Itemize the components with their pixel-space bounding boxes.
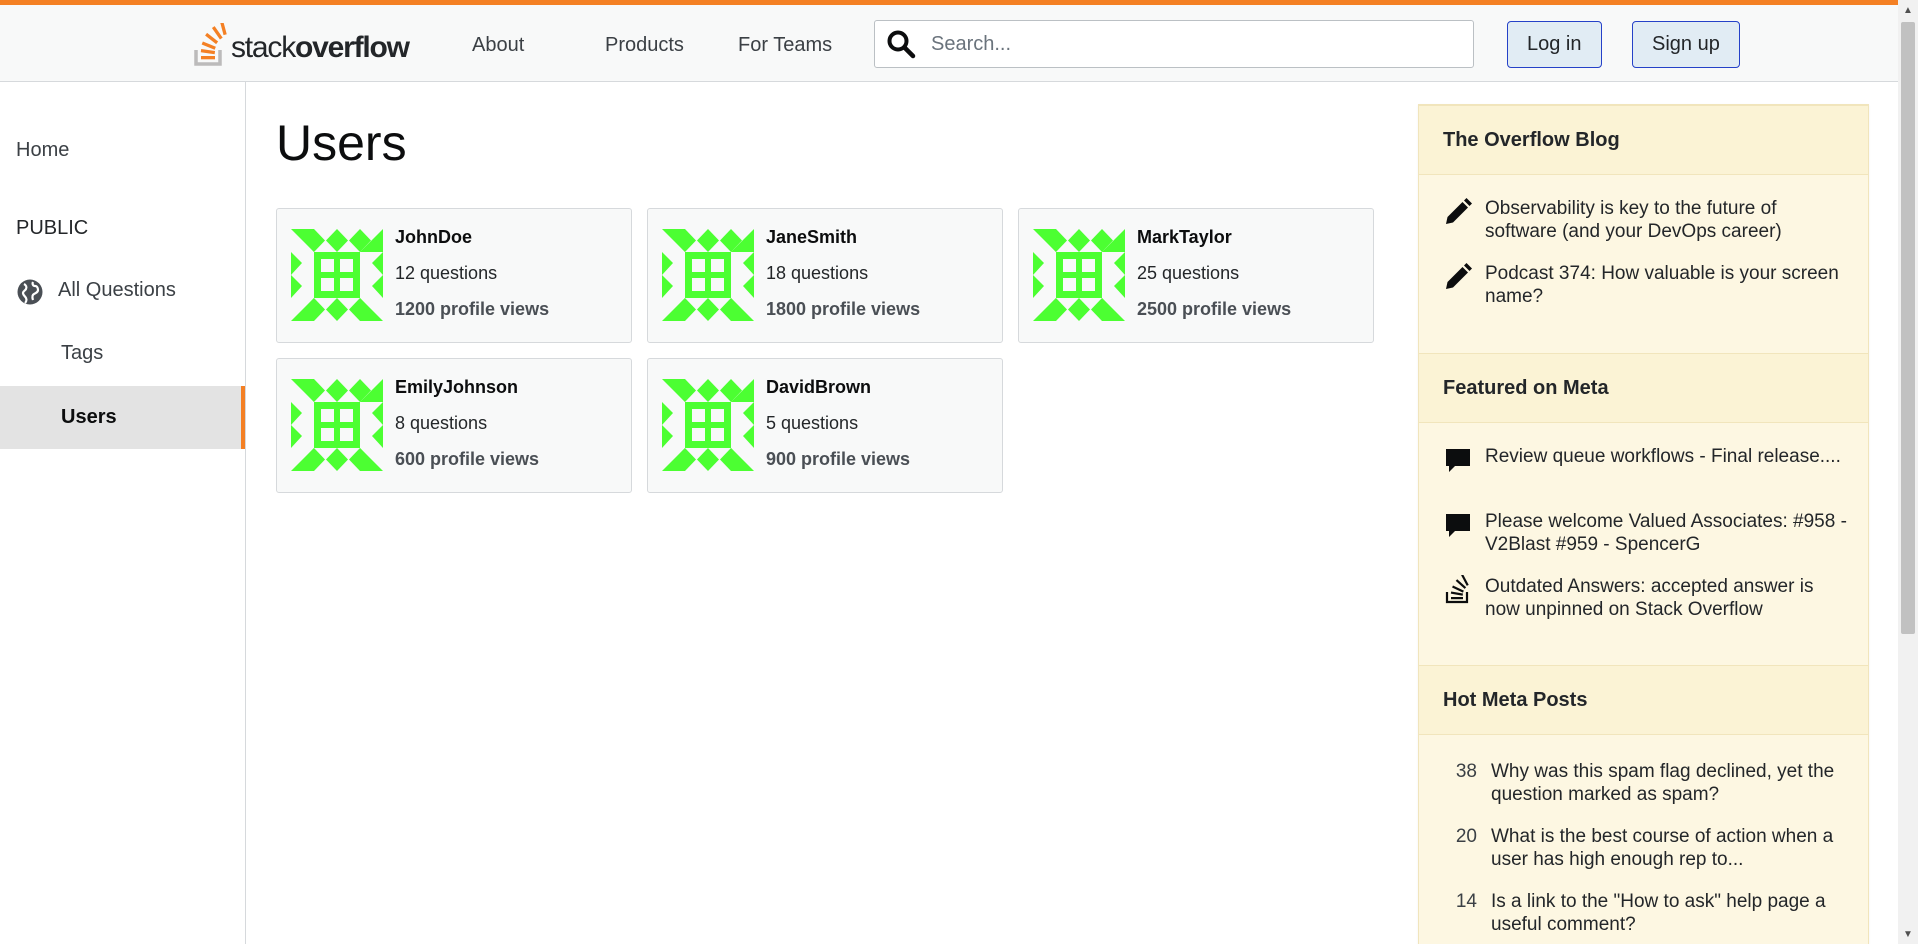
user-profile-views: 600 profile views bbox=[395, 449, 540, 469]
meta-item[interactable]: Please welcome Valued Associates: #958 -… bbox=[1443, 510, 1853, 556]
meta-item[interactable]: Outdated Answers: accepted answer is now… bbox=[1443, 575, 1853, 621]
scroll-up-arrow-icon[interactable]: ▲ bbox=[1898, 0, 1918, 20]
meta-item-text: Please welcome Valued Associates: #958 -… bbox=[1485, 511, 1847, 555]
nav-products[interactable]: Products bbox=[605, 29, 684, 61]
scroll-down-arrow-icon[interactable]: ▼ bbox=[1898, 924, 1918, 944]
page: stackoverflow About Products For Teams L… bbox=[0, 0, 1918, 944]
meta-item-text: Review queue workflows - Final release..… bbox=[1485, 446, 1841, 467]
logo-text-light: stack bbox=[231, 31, 296, 64]
sidebar-heading-public: PUBLIC bbox=[16, 217, 89, 239]
hot-post-text: What is the best course of action when a… bbox=[1491, 826, 1834, 870]
user-question-count: 8 questions bbox=[395, 413, 488, 433]
blog-item[interactable]: Observability is key to the future of so… bbox=[1443, 197, 1853, 243]
nav-for-teams[interactable]: For Teams bbox=[738, 29, 832, 61]
user-avatar-identicon[interactable] bbox=[1033, 229, 1125, 321]
user-name-link[interactable]: MarkTaylor bbox=[1137, 227, 1232, 248]
blog-item-text: Podcast 374: How valuable is your screen… bbox=[1485, 263, 1839, 307]
user-name-link[interactable]: JaneSmith bbox=[766, 227, 857, 248]
user-profile-views: 2500 profile views bbox=[1137, 299, 1292, 319]
search-icon bbox=[887, 30, 916, 59]
blog-item-text: Observability is key to the future of so… bbox=[1485, 198, 1782, 242]
search-box bbox=[874, 20, 1474, 68]
pencil-icon bbox=[1446, 263, 1472, 289]
scrollbar-thumb[interactable] bbox=[1901, 22, 1915, 634]
user-avatar-identicon[interactable] bbox=[662, 379, 754, 471]
comment-icon bbox=[1446, 449, 1470, 472]
user-card[interactable]: JaneSmith 18 questions 1800 profile view… bbox=[647, 208, 1003, 343]
top-bar: stackoverflow About Products For Teams L… bbox=[0, 0, 1898, 82]
blog-item[interactable]: Podcast 374: How valuable is your screen… bbox=[1443, 262, 1853, 308]
hot-post-text: Why was this spam flag declined, yet the… bbox=[1491, 761, 1835, 805]
widget-heading-hot-meta-posts: Hot Meta Posts bbox=[1419, 665, 1868, 735]
hot-meta-post[interactable]: 38 Why was this spam flag declined, yet … bbox=[1443, 760, 1853, 806]
user-avatar-identicon[interactable] bbox=[291, 379, 383, 471]
hot-post-count: 38 bbox=[1455, 761, 1477, 782]
user-card[interactable]: DavidBrown 5 questions 900 profile views bbox=[647, 358, 1003, 493]
hot-meta-post[interactable]: 14 Is a link to the "How to ask" help pa… bbox=[1443, 890, 1853, 936]
nav-about[interactable]: About bbox=[472, 29, 524, 61]
sidebar-item-home[interactable]: Home bbox=[16, 139, 69, 162]
pencil-icon bbox=[1446, 198, 1472, 224]
hot-post-text: Is a link to the "How to ask" help page … bbox=[1491, 891, 1826, 935]
page-title: Users bbox=[276, 115, 407, 171]
hot-post-count: 14 bbox=[1455, 891, 1477, 912]
widget-heading-overflow-blog: The Overflow Blog bbox=[1419, 105, 1868, 175]
user-card[interactable]: MarkTaylor 25 questions 2500 profile vie… bbox=[1018, 208, 1374, 343]
user-name-link[interactable]: JohnDoe bbox=[395, 227, 472, 248]
user-profile-views: 900 profile views bbox=[766, 449, 911, 469]
user-question-count: 25 questions bbox=[1137, 263, 1240, 283]
stack-overflow-icon bbox=[1445, 575, 1469, 604]
vertical-scrollbar[interactable]: ▲ ▼ bbox=[1898, 0, 1918, 944]
meta-item[interactable]: Review queue workflows - Final release..… bbox=[1443, 445, 1853, 475]
user-card[interactable]: EmilyJohnson 8 questions 600 profile vie… bbox=[276, 358, 632, 493]
user-avatar-identicon[interactable] bbox=[291, 229, 383, 321]
stack-overflow-logo-icon bbox=[194, 23, 227, 66]
user-name-link[interactable]: EmilyJohnson bbox=[395, 377, 518, 398]
sidebar-widget: The Overflow Blog Observability is key t… bbox=[1418, 104, 1869, 944]
user-name-link[interactable]: DavidBrown bbox=[766, 377, 871, 398]
hot-meta-post[interactable]: 20 What is the best course of action whe… bbox=[1443, 825, 1853, 871]
left-sidebar: Home PUBLIC All Questions Tags Users bbox=[0, 82, 246, 944]
logo-text: stackoverflow bbox=[231, 31, 410, 64]
user-question-count: 5 questions bbox=[766, 413, 859, 433]
user-card[interactable]: JohnDoe 12 questions 1200 profile views bbox=[276, 208, 632, 343]
signup-button[interactable]: Sign up bbox=[1632, 21, 1740, 68]
sidebar-item-tags[interactable]: Tags bbox=[61, 342, 103, 365]
globe-icon bbox=[17, 279, 43, 305]
logo-text-bold: overflow bbox=[295, 31, 410, 64]
login-button[interactable]: Log in bbox=[1507, 21, 1602, 68]
sidebar-item-all-questions[interactable]: All Questions bbox=[58, 279, 176, 302]
comment-icon bbox=[1446, 514, 1470, 537]
user-question-count: 18 questions bbox=[766, 263, 869, 283]
user-profile-views: 1200 profile views bbox=[395, 299, 550, 319]
search-input[interactable] bbox=[929, 24, 1473, 64]
widget-heading-featured-on-meta: Featured on Meta bbox=[1419, 353, 1868, 423]
user-question-count: 12 questions bbox=[395, 263, 498, 283]
user-profile-views: 1800 profile views bbox=[766, 299, 921, 319]
meta-item-text: Outdated Answers: accepted answer is now… bbox=[1485, 576, 1814, 620]
sidebar-item-users[interactable]: Users bbox=[0, 386, 245, 449]
user-avatar-identicon[interactable] bbox=[662, 229, 754, 321]
stack-overflow-logo[interactable]: stackoverflow bbox=[193, 21, 410, 69]
hot-post-count: 20 bbox=[1455, 826, 1477, 847]
